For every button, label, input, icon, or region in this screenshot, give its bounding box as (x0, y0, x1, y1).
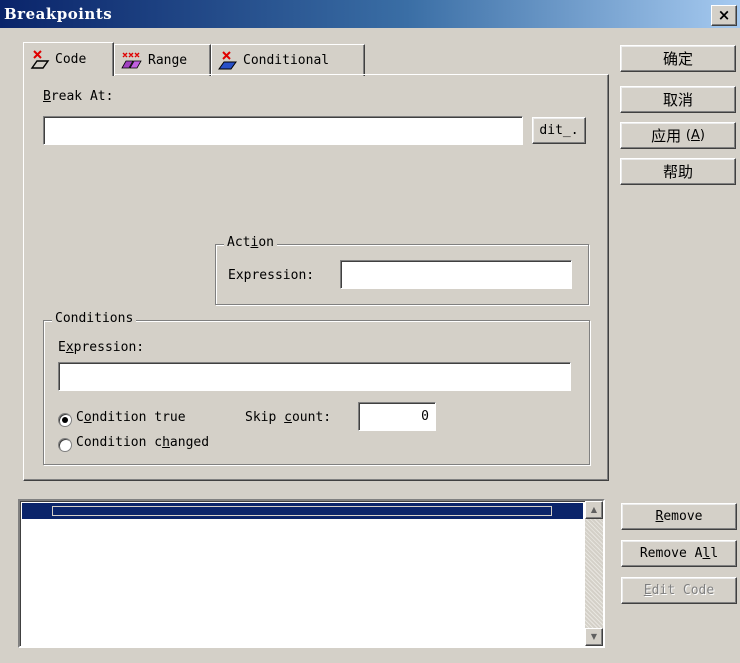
window-title: Breakpoints (4, 5, 113, 23)
conditional-breakpoint-icon (218, 50, 237, 69)
apply-button[interactable]: 应用 (A) (620, 122, 736, 149)
remove-all-button[interactable]: Remove All (621, 540, 737, 567)
break-at-label: Break At: (43, 89, 114, 104)
code-breakpoint-icon (30, 49, 50, 69)
action-expression-input[interactable] (340, 260, 572, 289)
remove-button-label: Remove (655, 509, 703, 524)
tab-range[interactable]: Range (114, 44, 211, 76)
edit-code-button: Edit Code (621, 577, 737, 604)
action-group-legend: Action (224, 235, 277, 250)
scroll-down-icon[interactable]: ▼ (585, 628, 603, 646)
vertical-scrollbar[interactable]: ▲ ▼ (585, 501, 603, 646)
tab-code-label: Code (55, 52, 87, 67)
tab-code[interactable]: Code (23, 42, 114, 78)
list-item[interactable] (22, 503, 583, 519)
help-button-label: 帮助 (662, 163, 693, 181)
condition-expression-label: Expression: (58, 340, 145, 355)
skip-count-input[interactable]: 0 (358, 402, 436, 431)
apply-button-key: (A) (685, 128, 705, 143)
close-icon: × (717, 6, 731, 24)
skip-count-label: Skip count: (245, 410, 332, 425)
scroll-up-icon[interactable]: ▲ (585, 501, 603, 519)
cancel-button-label: 取消 (662, 91, 693, 109)
title-bar[interactable]: Breakpoints × (0, 0, 740, 28)
condition-true-label[interactable]: Condition true (76, 410, 186, 425)
break-at-input[interactable] (43, 116, 523, 145)
breakpoint-list[interactable]: ▲ ▼ (18, 499, 605, 648)
break-at-label-rest: reak At: (50, 89, 114, 104)
help-button[interactable]: 帮助 (620, 158, 736, 185)
condition-expression-input[interactable] (58, 362, 571, 391)
tab-conditional-label: Conditional (243, 53, 330, 68)
cancel-button[interactable]: 取消 (620, 86, 736, 113)
apply-button-label: 应用 (651, 127, 682, 145)
condition-changed-radio[interactable] (58, 438, 72, 452)
action-expression-label: Expression: (228, 268, 315, 283)
range-breakpoint-icon (121, 52, 142, 68)
close-button[interactable]: × (711, 5, 737, 26)
tab-range-label: Range (148, 53, 188, 68)
edit-location-button-label: dit_. (539, 123, 579, 138)
focus-rect (52, 506, 552, 516)
remove-all-button-label: Remove All (639, 546, 719, 561)
tab-conditional[interactable]: Conditional (211, 44, 365, 76)
remove-button[interactable]: Remove (621, 503, 737, 530)
conditions-group-legend: Conditions (52, 311, 137, 326)
edit-location-button[interactable]: dit_. (532, 117, 586, 144)
condition-true-radio[interactable] (58, 413, 72, 427)
radio-selected-dot (62, 417, 68, 423)
ok-button-label: 确定 (662, 50, 693, 68)
ok-button[interactable]: 确定 (620, 45, 736, 72)
condition-changed-label[interactable]: Condition changed (76, 435, 209, 450)
edit-code-button-label: Edit Code (643, 583, 715, 598)
